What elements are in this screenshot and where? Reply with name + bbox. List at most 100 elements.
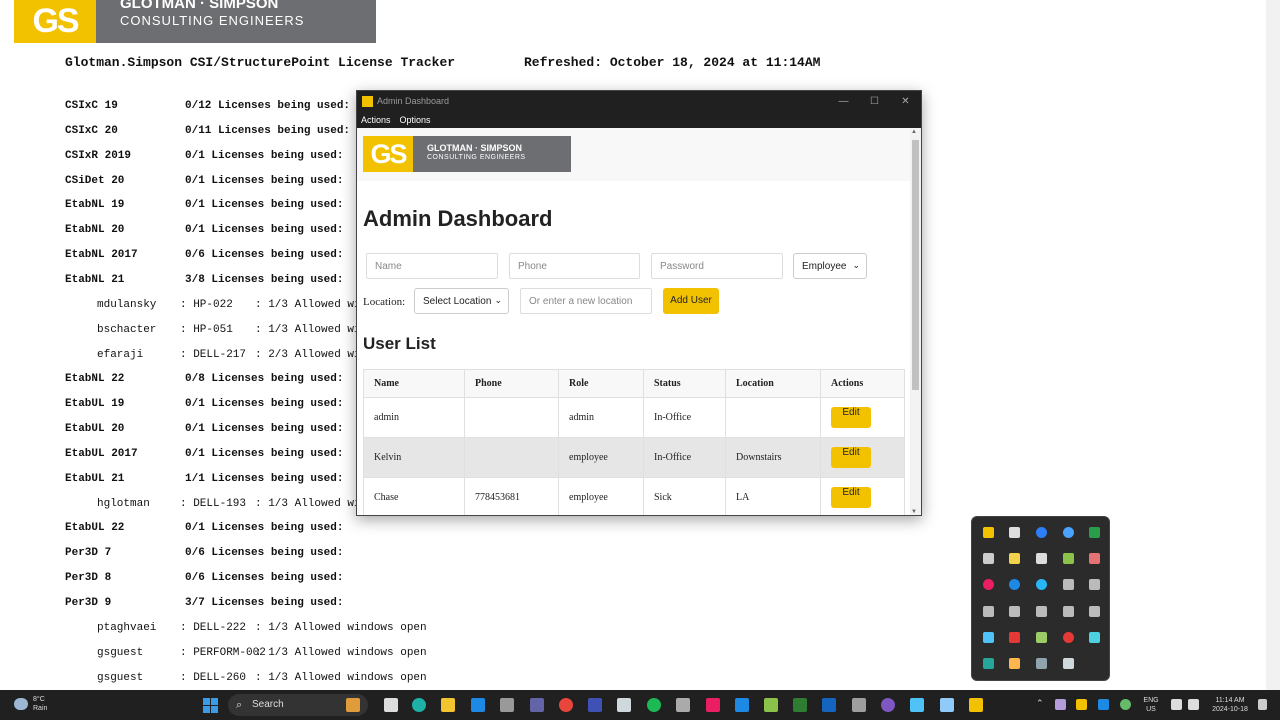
volume-icon[interactable] — [1188, 699, 1199, 710]
app-icon[interactable] — [1076, 699, 1087, 710]
menu-options[interactable]: Options — [400, 115, 431, 125]
app-icon[interactable] — [983, 658, 994, 669]
scrollbar-thumb[interactable] — [912, 140, 919, 390]
license-status: 0/8 Licenses being used: — [185, 373, 344, 386]
weather-widget[interactable]: 8°C Rain — [14, 695, 47, 713]
license-user: mdulansky — [97, 298, 157, 311]
app-icon[interactable] — [706, 698, 720, 712]
mic-icon[interactable] — [1120, 699, 1131, 710]
role-select[interactable]: Employee ⌄ — [793, 253, 867, 279]
name-input[interactable]: Name — [366, 253, 498, 279]
stop-icon[interactable] — [1063, 632, 1074, 643]
display-icon[interactable] — [1036, 553, 1047, 564]
logo-line2: CONSULTING ENGINEERS — [427, 154, 526, 161]
license-machine: : HP-022 — [180, 298, 233, 311]
shield-icon[interactable] — [1036, 579, 1047, 590]
show-hidden-icons-chevron[interactable]: ⌃ — [1036, 698, 1044, 709]
logo-mark: GS — [363, 136, 413, 172]
cell-name: Kelvin — [363, 437, 465, 478]
wifi-icon[interactable] — [1171, 699, 1182, 710]
app-icon[interactable] — [1089, 632, 1100, 643]
window-scrollbar[interactable]: ▲ ▼ — [910, 128, 921, 515]
onedrive-icon[interactable] — [1009, 579, 1020, 590]
app-icon[interactable] — [1036, 606, 1047, 617]
license-product: EtabUL 19 — [65, 398, 125, 411]
vscode-icon[interactable] — [735, 698, 749, 712]
add-user-button[interactable]: Add User — [663, 288, 719, 314]
license-status: 0/6 Licenses being used: — [185, 249, 344, 262]
app-icon[interactable] — [1063, 658, 1074, 669]
outlook-icon[interactable] — [1098, 699, 1109, 710]
app-icon[interactable] — [1063, 579, 1074, 590]
minimize-button[interactable]: — — [828, 96, 859, 107]
app-icon[interactable] — [1036, 658, 1047, 669]
app-icon[interactable] — [1063, 606, 1074, 617]
maximize-button[interactable]: ☐ — [859, 96, 890, 107]
app-icon[interactable] — [910, 698, 924, 712]
notes-icon[interactable] — [1009, 553, 1020, 564]
bluetooth-icon[interactable] — [1036, 527, 1047, 538]
start-button[interactable] — [203, 698, 218, 713]
admin-app-taskbar-icon[interactable] — [969, 698, 983, 712]
license-product: EtabNL 19 — [65, 199, 125, 212]
app-icon[interactable] — [500, 698, 514, 712]
window-titlebar[interactable]: Admin Dashboard — ☐ ✕ — [357, 91, 921, 111]
app-icon[interactable] — [588, 698, 602, 712]
mail-icon[interactable] — [1009, 658, 1020, 669]
cell-name: Chase — [363, 477, 465, 515]
location-select[interactable]: Select Location ⌄ — [414, 288, 509, 314]
app-icon[interactable] — [940, 698, 954, 712]
edge-icon[interactable] — [412, 698, 426, 712]
app-icon[interactable] — [1009, 606, 1020, 617]
widget-icon[interactable] — [346, 698, 360, 712]
weather-condition: Rain — [33, 705, 48, 712]
app-icon[interactable] — [1009, 632, 1020, 643]
app-icon[interactable] — [1089, 579, 1100, 590]
task-view-icon[interactable] — [384, 698, 398, 712]
cell-role: employee — [558, 477, 644, 515]
close-button[interactable]: ✕ — [890, 96, 921, 107]
page-scrollbar[interactable] — [1266, 0, 1280, 690]
app-icon[interactable] — [1063, 553, 1074, 564]
cell-role: employee — [558, 437, 644, 478]
notification-icon[interactable] — [1258, 699, 1267, 710]
github-icon[interactable] — [881, 698, 895, 712]
app-icon[interactable] — [617, 698, 631, 712]
app-icon[interactable] — [852, 698, 866, 712]
edit-button[interactable]: Edit — [831, 447, 871, 468]
edit-button[interactable]: Edit — [831, 407, 871, 428]
scroll-up-icon[interactable]: ▲ — [911, 129, 917, 135]
clock[interactable]: 11:14 AM 2024-10-18 — [1206, 696, 1254, 714]
notepad-icon[interactable] — [764, 698, 778, 712]
app-icon[interactable] — [1055, 699, 1066, 710]
app-icon[interactable] — [1089, 553, 1100, 564]
edit-button[interactable]: Edit — [831, 487, 871, 508]
file-explorer-icon[interactable] — [441, 698, 455, 712]
usb-icon[interactable] — [1009, 527, 1020, 538]
teams-icon[interactable] — [530, 698, 544, 712]
app-icon[interactable] — [983, 606, 994, 617]
chrome-icon[interactable] — [559, 698, 573, 712]
spotify-icon[interactable] — [647, 698, 661, 712]
admin-app-tray-icon[interactable] — [983, 527, 994, 538]
chat-icon[interactable] — [1036, 632, 1047, 643]
scroll-down-icon[interactable]: ▼ — [911, 509, 917, 515]
terminal-icon[interactable] — [793, 698, 807, 712]
menu-actions[interactable]: Actions — [361, 115, 391, 125]
password-input[interactable]: Password — [651, 253, 783, 279]
cell-phone: 778453681 — [464, 477, 559, 515]
app-icon[interactable] — [676, 698, 690, 712]
new-location-input[interactable]: Or enter a new location — [520, 288, 652, 314]
app-icon[interactable] — [983, 579, 994, 590]
nvidia-icon[interactable] — [1089, 527, 1100, 538]
word-icon[interactable] — [822, 698, 836, 712]
audio-icon[interactable] — [983, 553, 994, 564]
teams-icon[interactable] — [983, 632, 994, 643]
license-machine: : DELL-260 — [180, 671, 247, 684]
phone-input[interactable]: Phone — [509, 253, 640, 279]
language-indicator[interactable]: ENG US — [1140, 696, 1162, 714]
app-icon[interactable] — [1089, 606, 1100, 617]
license-status: 0/1 Licenses being used: — [185, 398, 344, 411]
outlook-icon[interactable] — [471, 698, 485, 712]
sync-icon[interactable] — [1063, 527, 1074, 538]
